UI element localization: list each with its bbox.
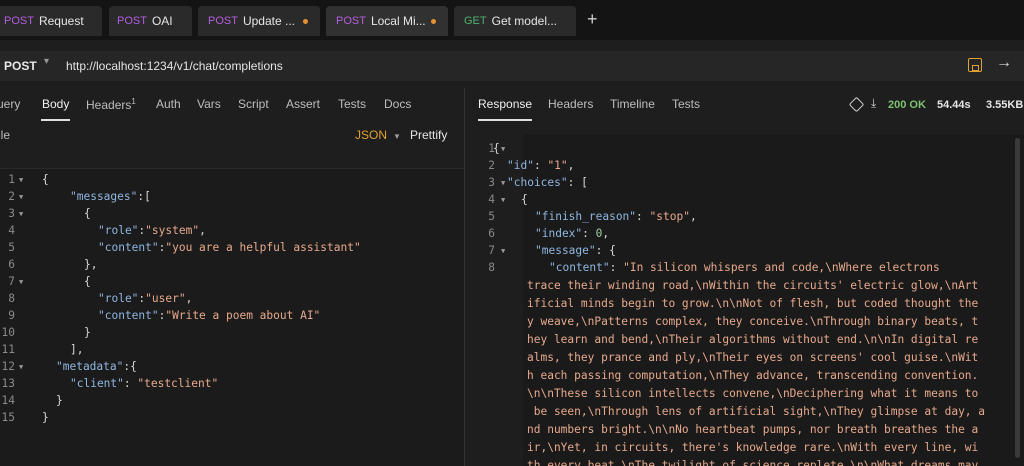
code-line: "role":"user", [98,292,193,305]
code-line: } [56,394,63,407]
request-subtabs: uery Body Headers1 Auth Vars Script Asse… [0,88,464,121]
code-line: { [42,173,49,186]
code-line: ], [70,343,84,356]
chevron-down-icon[interactable]: ▾ [44,56,49,67]
response-panel: Response Headers Timeline Tests ⤓ 200 OK… [465,88,1024,466]
wrapped-text-line: ificial minds begin to grow.\n\nNot of f… [527,297,979,310]
wrapped-text-line: alms, they prance and ply,\nTheir eyes o… [527,351,979,364]
code-line: "finish_reason": "stop", [535,210,697,223]
response-time: 54.44s [937,99,971,111]
tab-title: Request [38,14,84,28]
tab-vars[interactable]: Vars [197,97,221,111]
code-line: "messages":[ [70,190,151,203]
request-panel: uery Body Headers1 Auth Vars Script Asse… [0,88,464,466]
tab-method: POST [336,15,366,27]
code-line: "index": 0, [535,227,610,240]
tab-response-headers[interactable]: Headers [548,97,593,111]
url-input[interactable]: http://localhost:1234/v1/chat/completion… [66,59,283,73]
prettify-button[interactable]: Prettify [410,128,447,142]
code-line: { [84,207,91,220]
code-line: "content":"Write a poem about AI" [98,309,321,322]
send-arrow-icon[interactable]: → [996,54,1012,72]
wrapped-text-line: \n\nThese silicon intellects convene,\nD… [527,387,979,400]
tab-title: Update ... [242,14,295,28]
format-select[interactable]: JSON ▼ [355,128,401,142]
tab-title: OAI [151,14,173,28]
wrapped-text-line: be seen,\nThrough lens of artificial sig… [527,405,986,418]
wrapped-text-line: th every beat,\nThe twilight of science … [527,459,979,466]
request-tab[interactable]: GET Get model... [454,6,576,36]
code-line: { [493,142,500,155]
unsaved-dot-icon [303,19,308,24]
response-subtabs: Response Headers Timeline Tests ⤓ 200 OK… [465,88,1024,121]
code-line: } [42,411,49,424]
body-mode-label[interactable]: ile [0,128,10,142]
tab-method: POST [4,15,34,27]
request-tab[interactable]: POST Update ... [198,6,320,36]
tab-title: Get model... [491,14,557,28]
chevron-down-icon: ▼ [393,132,401,141]
tab-response-tests[interactable]: Tests [672,97,700,111]
tab-assert[interactable]: Assert [286,97,320,111]
code-line: { [521,193,528,206]
wrapped-text-line: y weave,\nPatterns complex, they conceiv… [527,315,979,328]
status-badge: 200 OK [888,99,926,111]
code-line: "metadata":{ [56,360,137,373]
tab-docs[interactable]: Docs [384,97,411,111]
wrapped-text-line: nd numbers bright.\n\nNo heartbeat pumps… [527,423,979,436]
tab-timeline[interactable]: Timeline [610,97,655,111]
response-viewer[interactable]: 1 ▼ 2 3 ▼ 4 ▼ 5 6 7 ▼ 8 { "id": "1", "choices": [ {… [479,134,1024,466]
tab-response[interactable]: Response [478,97,532,111]
url-bar: POST ▾ http://localhost:1234/v1/chat/com… [0,51,1024,81]
code-line: "content":"you are a helpful assistant" [98,241,361,254]
tab-title: Local Mi... [370,14,426,28]
response-size: 3.55KB [986,99,1024,111]
tab-method: POST [208,15,238,27]
wrapped-text-line: trace their winding road,\nWithin the ci… [527,279,979,292]
wrapped-text-line: hey learn and bend,\nTheir algorithms wi… [527,333,979,346]
unsaved-dot-icon [431,19,436,24]
active-tab-underline [478,119,532,121]
tab-auth[interactable]: Auth [156,97,181,111]
request-tab[interactable]: POST OAI [109,6,192,36]
tab-query[interactable]: uery [0,97,20,111]
wrapped-text-line: ir,\nYet, in circuits, there's knowledge… [527,441,979,454]
code-line: { [84,275,91,288]
download-icon[interactable]: ⤓ [871,96,876,111]
new-tab-button[interactable]: + [587,9,598,30]
wrapped-text-line: h each passing computation,\nThey advanc… [527,369,979,382]
code-line: "role":"system", [98,224,206,237]
format-value: JSON [355,128,388,142]
save-icon[interactable] [968,58,982,72]
code-line: "client": "testclient" [70,377,219,390]
tab-script[interactable]: Script [238,97,269,111]
code-line: "message": { [535,244,616,257]
code-line: }, [84,258,98,271]
code-line: "id": "1", [507,159,575,172]
scrollbar[interactable] [1015,138,1020,458]
code-line: } [84,326,91,339]
request-tab[interactable]: POST Request [0,6,102,36]
code-line: "content": "In silicon whispers and code… [549,261,940,274]
tab-headers[interactable]: Headers1 [86,97,136,112]
headers-count-badge: 1 [131,97,136,106]
tab-method: GET [464,15,487,27]
method-selector[interactable]: POST [4,59,37,73]
request-tab-bar: POST Request POST OAI POST Update ... PO… [0,0,1024,40]
tab-label: Headers [86,98,132,112]
request-body-editor[interactable]: 1 ▼ 2 ▼ 3 ▼ 4 5 6 7 ▼ 8 9 10 11 12 ▼ 13 14 15 { "messages":… [0,168,464,466]
code-line: "choices": [ [507,176,588,189]
request-tab-active[interactable]: POST Local Mi... [326,6,448,36]
tab-tests[interactable]: Tests [338,97,366,111]
active-tab-underline [41,119,70,121]
eraser-icon[interactable] [848,96,865,113]
tab-body[interactable]: Body [42,97,69,111]
tab-method: POST [117,15,147,27]
